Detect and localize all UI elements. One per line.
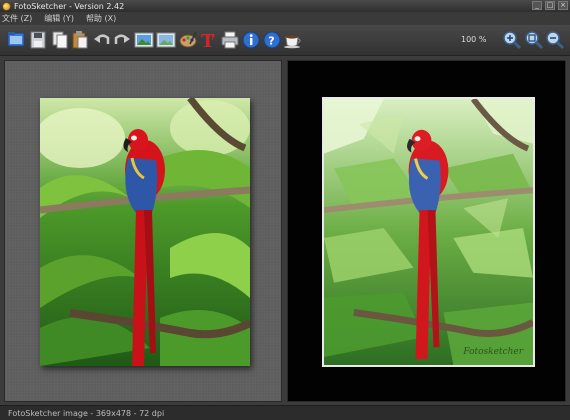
menu-help[interactable]: 帮助 (X) [86,13,116,24]
original-image-pane[interactable] [4,60,282,402]
menu-bar: 文件 (Z) 编辑 (Y) 帮助 (X) [0,12,570,25]
zoom-fit-icon [525,31,544,50]
redo-icon [114,34,130,44]
original-photo [40,98,250,366]
zoom-in-icon [503,31,522,50]
toolbar: TT ? 100 % [0,25,570,56]
undo-icon [94,34,110,44]
help-button[interactable]: ? [262,30,282,50]
paste-icon [72,31,88,49]
window-controls: _ □ × [532,1,568,10]
paste-button[interactable] [70,30,90,50]
save-icon [30,31,46,49]
zoom-out-button[interactable] [545,30,565,50]
show-original-button[interactable] [134,30,154,50]
zoom-in-button[interactable] [502,30,522,50]
status-bar: FotoSketcher image - 369x478 - 72 dpi [0,405,570,420]
close-button[interactable]: × [558,1,568,10]
zoom-fit-button[interactable] [524,30,544,50]
sketch-signature: Fotosketcher [463,347,523,357]
image-original-icon [134,32,154,48]
print-button[interactable] [220,30,240,50]
copy-button[interactable] [50,30,70,50]
donate-button[interactable] [283,30,303,50]
parrot-photo-image [40,98,250,366]
coffee-cup-icon [284,35,301,49]
maximize-button[interactable]: □ [545,1,555,10]
show-result-button[interactable] [156,30,176,50]
text-icon: TT [201,31,215,50]
svg-text:T: T [209,33,215,42]
minimize-button[interactable]: _ [532,1,542,10]
parrot-painting-image [324,99,533,365]
help-icon: ? [263,31,281,49]
info-icon [242,31,260,49]
undo-button[interactable] [92,30,112,50]
redo-button[interactable] [112,30,132,50]
zoom-out-icon [546,31,565,50]
status-text: FotoSketcher image - 369x478 - 72 dpi [8,408,165,418]
zoom-level: 100 % [461,35,487,44]
menu-file[interactable]: 文件 (Z) [2,13,32,24]
svg-text:?: ? [268,35,274,48]
title-bar: FotoSketcher - Version 2.42 _ □ × [0,0,570,12]
open-button[interactable] [6,30,26,50]
palette-button[interactable] [178,30,198,50]
result-image-pane[interactable]: Fotosketcher [287,60,566,402]
palette-icon [179,31,197,48]
open-icon [7,32,25,47]
image-result-icon [156,32,176,48]
app-logo-icon [2,1,11,11]
menu-edit[interactable]: 编辑 (Y) [44,13,74,24]
save-button[interactable] [28,30,48,50]
sketch-result-photo: Fotosketcher [322,97,535,367]
print-icon [221,31,239,49]
copy-icon [52,31,68,49]
info-button[interactable] [241,30,261,50]
window-title: FotoSketcher - Version 2.42 [14,1,125,11]
text-button[interactable]: TT [198,30,218,50]
